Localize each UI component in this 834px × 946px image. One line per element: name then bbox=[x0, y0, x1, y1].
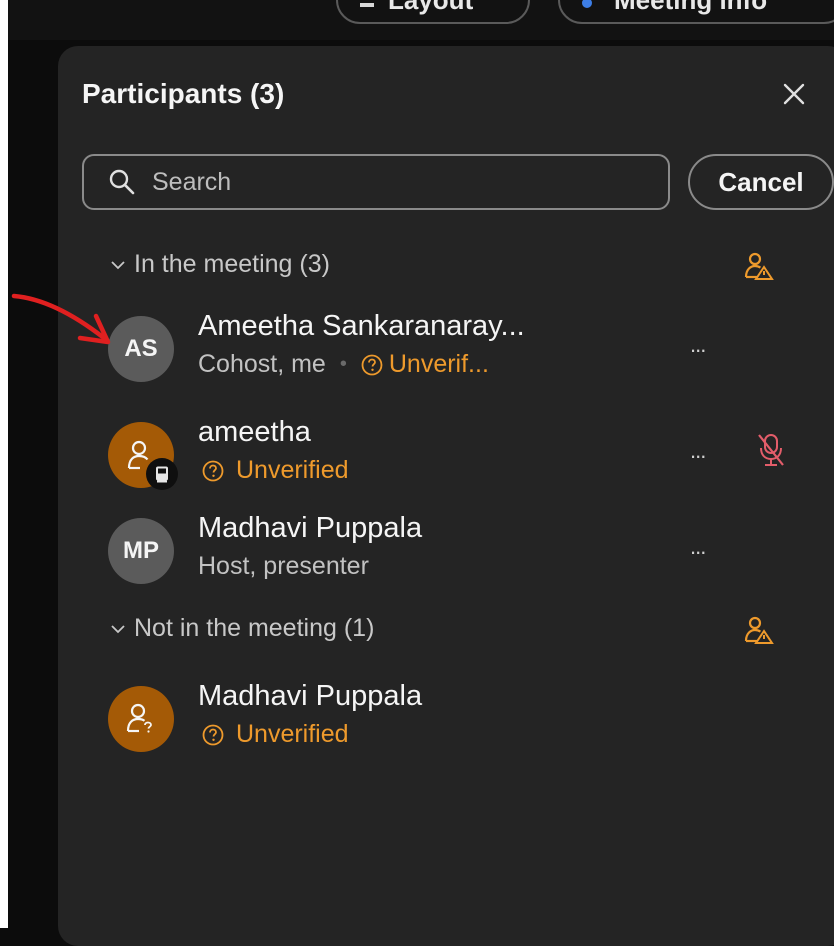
more-options-button[interactable]: ... bbox=[690, 332, 706, 358]
question-circle-icon bbox=[361, 354, 383, 375]
participant-row[interactable]: Madhavi Puppala Unverified bbox=[108, 680, 798, 760]
participant-role: Cohost, me bbox=[198, 350, 326, 378]
unverified-status: Unverified bbox=[198, 720, 349, 749]
more-options-button[interactable]: ... bbox=[690, 438, 706, 464]
participant-name: ameetha bbox=[198, 416, 311, 448]
annotation-arrow-icon bbox=[11, 293, 111, 345]
person-unknown-icon bbox=[126, 703, 152, 733]
participant-details: Cohost, me • Unverif... bbox=[198, 350, 489, 379]
participant-role: Host, presenter bbox=[198, 552, 369, 580]
participants-panel: Participants (3) Cancel In the meeting (… bbox=[58, 46, 834, 946]
separator-dot: • bbox=[339, 353, 347, 375]
participant-row[interactable]: AS Ameetha Sankaranaray... Cohost, me • … bbox=[108, 310, 798, 390]
question-circle-icon bbox=[202, 724, 224, 745]
unverified-users-warning-icon[interactable] bbox=[742, 614, 774, 646]
panel-title: Participants (3) bbox=[82, 78, 285, 109]
unverified-label: Unverified bbox=[236, 456, 349, 484]
participant-row[interactable]: MP Madhavi Puppala Host, presenter ... bbox=[108, 512, 798, 592]
cancel-button[interactable]: Cancel bbox=[688, 154, 834, 210]
unverified-users-warning-icon[interactable] bbox=[742, 250, 774, 282]
layout-button[interactable]: Layout bbox=[336, 0, 530, 24]
chevron-down-icon bbox=[110, 257, 126, 273]
search-icon bbox=[109, 169, 135, 195]
unverified-status: Unverif... bbox=[361, 350, 489, 379]
participant-row[interactable]: ameetha Unverified ... bbox=[108, 416, 798, 496]
unverified-status: Unverified bbox=[198, 456, 349, 485]
avatar-initials: MP bbox=[123, 537, 159, 564]
participant-name: Ameetha Sankaranaray... bbox=[198, 310, 525, 342]
meeting-toolbar: Layout Meeting info bbox=[8, 0, 834, 40]
chevron-down-icon bbox=[110, 621, 126, 637]
window-edge bbox=[0, 0, 8, 928]
layout-button-label: Layout bbox=[388, 0, 474, 15]
layout-icon bbox=[360, 3, 374, 7]
section-not-in-meeting-toggle[interactable]: Not in the meeting (1) bbox=[110, 614, 374, 643]
unverified-label: Unverified bbox=[236, 720, 349, 748]
info-icon bbox=[582, 0, 592, 8]
unverified-label: Unverif... bbox=[388, 350, 489, 378]
participant-details: Host, presenter bbox=[198, 552, 369, 581]
participant-details: Unverified bbox=[198, 720, 349, 749]
section-in-meeting-toggle[interactable]: In the meeting (3) bbox=[110, 250, 330, 279]
device-badge bbox=[146, 458, 178, 490]
participant-name: Madhavi Puppala bbox=[198, 512, 423, 544]
search-field[interactable] bbox=[82, 154, 670, 210]
question-circle-icon bbox=[202, 460, 224, 481]
section-in-meeting-label: In the meeting (3) bbox=[134, 250, 330, 278]
more-options-button[interactable]: ... bbox=[690, 534, 706, 560]
participant-name: Madhavi Puppala bbox=[198, 680, 423, 712]
avatar bbox=[108, 686, 174, 752]
avatar: MP bbox=[108, 518, 174, 584]
search-input[interactable] bbox=[150, 166, 634, 198]
close-panel-button[interactable] bbox=[776, 76, 812, 112]
microphone-muted-icon[interactable] bbox=[754, 432, 788, 468]
close-icon bbox=[783, 83, 805, 105]
desk-phone-icon bbox=[156, 466, 168, 483]
meeting-info-button[interactable]: Meeting info bbox=[558, 0, 834, 24]
meeting-info-button-label: Meeting info bbox=[614, 0, 768, 15]
participant-details: Unverified bbox=[198, 456, 349, 485]
avatar-initials: AS bbox=[124, 335, 158, 362]
section-not-in-meeting-label: Not in the meeting (1) bbox=[134, 614, 375, 642]
